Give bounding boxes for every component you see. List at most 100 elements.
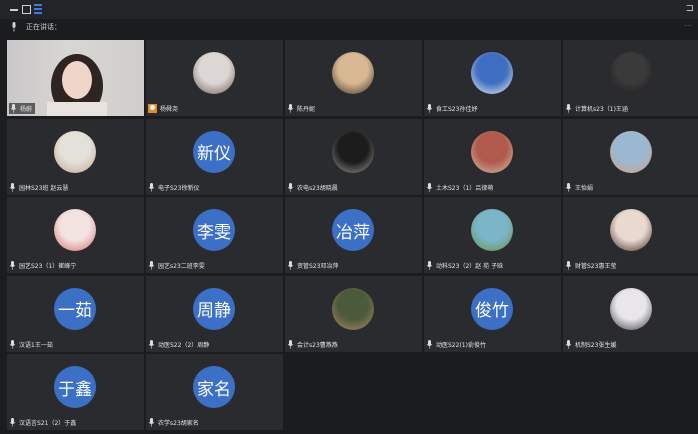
participant-nameplate: 园艺s23二班李雯 <box>148 260 205 271</box>
participant-nameplate: 土木S23（1）吕律萌 <box>426 182 493 193</box>
mic-icon <box>426 182 433 192</box>
participant-nameplate: 陈丹妮 <box>287 103 315 114</box>
participant-tile[interactable]: 机制S23张生媛 <box>563 275 698 352</box>
mic-icon <box>565 104 572 113</box>
participant-tile[interactable]: 土木S23（1）吕律萌 <box>424 118 561 195</box>
participant-name: 资管S23邓冶萍 <box>297 263 339 270</box>
participant-tile[interactable]: 新仪电子S23徐新仪 <box>146 118 283 195</box>
participant-nameplate: 计算机s23（1)王涵 <box>565 103 628 114</box>
participant-nameplate: 王怡娟 <box>565 182 593 193</box>
avatar <box>471 52 513 94</box>
avatar <box>332 287 374 330</box>
participant-name: 动科S23（2）赵 苑 子晗 <box>436 263 504 270</box>
mic-icon <box>148 339 155 349</box>
avatar <box>471 130 513 173</box>
avatar <box>610 209 652 251</box>
participant-tile[interactable]: 家名农学s23胡家名 <box>146 354 283 430</box>
participant-tile[interactable]: 冶萍资管S23邓冶萍 <box>285 197 422 273</box>
participant-tile[interactable]: 俊竹动医S22(1)俞俊竹 <box>424 275 561 352</box>
participant-name: 农电s23胡晓晨 <box>297 184 338 192</box>
mic-icon <box>565 182 572 192</box>
participant-name: 机制S23张生媛 <box>575 341 617 349</box>
participant-nameplate: 资管S23邓冶萍 <box>287 260 338 271</box>
mic-icon <box>9 418 16 427</box>
participant-name: 园艺s23二班李雯 <box>158 263 205 270</box>
mic-icon <box>426 261 433 270</box>
participant-name: 财管S23惠王莹 <box>575 263 617 270</box>
gallery-view-icon[interactable] <box>34 4 42 14</box>
mic-icon <box>287 182 294 192</box>
speaking-status-bar: 正在讲话： ⋯ <box>0 19 698 36</box>
avatar <box>332 52 374 94</box>
participant-name: 会计s23曹燕燕 <box>297 341 338 349</box>
participant-nameplate: 财管S23惠王莹 <box>565 260 616 271</box>
participant-name: 汉语1王一茹 <box>19 341 53 349</box>
panel-toggle-icon[interactable]: ⊐ <box>686 3 694 14</box>
avatar: 冶萍 <box>332 209 374 251</box>
avatar: 俊竹 <box>471 287 513 330</box>
minimize-icon[interactable] <box>9 4 19 14</box>
participant-nameplate: 杨蔚 <box>9 103 36 114</box>
mic-icon <box>9 261 16 270</box>
window-icon[interactable] <box>22 5 31 14</box>
participant-tile[interactable]: 杨蔚 <box>7 40 144 116</box>
participant-nameplate: 汉语言S21（2）于鑫 <box>9 417 76 428</box>
participant-tile[interactable]: 农电s23胡晓晨 <box>285 118 422 195</box>
participant-tile[interactable]: 园林S23班 赵云慧 <box>7 118 144 195</box>
participant-tile[interactable]: 动科S23（2）赵 苑 子晗 <box>424 197 561 273</box>
avatar: 于鑫 <box>54 366 96 408</box>
avatar <box>54 130 96 173</box>
avatar: 李雯 <box>193 209 235 251</box>
participant-name: 农学s23胡家名 <box>158 420 199 427</box>
participant-tile[interactable]: 陈丹妮 <box>285 40 422 116</box>
participant-name: 动医S22(1)俞俊竹 <box>436 341 486 349</box>
participant-nameplate: 动医S22（2）周静 <box>148 339 209 350</box>
participant-tile[interactable]: 王怡娟 <box>563 118 698 195</box>
mic-icon <box>9 339 16 349</box>
participant-name: 汉语言S21（2）于鑫 <box>19 420 77 427</box>
avatar <box>54 209 96 251</box>
mic-icon <box>287 104 294 113</box>
avatar <box>610 287 652 330</box>
participant-nameplate: 园林S23班 赵云慧 <box>9 182 68 193</box>
participant-tile[interactable]: 一茹汉语1王一茹 <box>7 275 144 352</box>
participant-name: 杨舜尧 <box>160 106 179 113</box>
participant-name: 计算机s23（1)王涵 <box>575 106 628 113</box>
avatar: 新仪 <box>193 130 235 173</box>
participant-tile[interactable]: 于鑫汉语言S21（2）于鑫 <box>7 354 144 430</box>
participant-nameplate: 电子S23徐新仪 <box>148 182 199 193</box>
mic-icon <box>12 22 16 32</box>
participant-tile[interactable]: 计算机s23（1)王涵 <box>563 40 698 116</box>
participant-name: 园林S23班 赵云慧 <box>19 184 69 192</box>
participant-tile[interactable]: 园艺S23（1）崔峰宁 <box>7 197 144 273</box>
participant-tile[interactable]: 食工S23孙佳妤 <box>424 40 561 116</box>
participant-name: 土木S23（1）吕律萌 <box>436 184 494 192</box>
mic-icon <box>148 418 155 427</box>
mic-icon <box>148 182 155 192</box>
avatar <box>471 209 513 251</box>
more-icon[interactable]: ⋯ <box>684 21 692 30</box>
avatar: 一茹 <box>54 287 96 330</box>
participant-tile[interactable]: 周静 动医S22（2）周静 <box>146 275 283 352</box>
avatar: 家名 <box>193 366 235 408</box>
participant-tile[interactable]: 李雯园艺s23二班李雯 <box>146 197 283 273</box>
participant-name: 杨蔚 <box>20 106 33 113</box>
mic-icon <box>10 104 17 113</box>
avatar <box>610 130 652 173</box>
mic-icon <box>287 261 294 270</box>
avatar <box>610 52 652 94</box>
participant-tile[interactable]: 财管S23惠王莹 <box>563 197 698 273</box>
participant-name: 陈丹妮 <box>297 106 316 113</box>
participant-name: 园艺S23（1）崔峰宁 <box>19 263 77 270</box>
mic-icon <box>426 339 433 349</box>
mic-icon <box>148 261 155 270</box>
mic-icon <box>426 104 433 113</box>
mic-icon <box>9 182 16 192</box>
participant-nameplate: 汉语1王一茹 <box>9 339 53 350</box>
participant-nameplate: 杨舜尧 <box>148 103 178 114</box>
avatar <box>193 52 235 94</box>
participant-name: 食工S23孙佳妤 <box>436 106 478 113</box>
participant-tile[interactable]: 杨舜尧 <box>146 40 283 116</box>
participant-nameplate: 机制S23张生媛 <box>565 339 616 350</box>
participant-tile[interactable]: 会计s23曹燕燕 <box>285 275 422 352</box>
